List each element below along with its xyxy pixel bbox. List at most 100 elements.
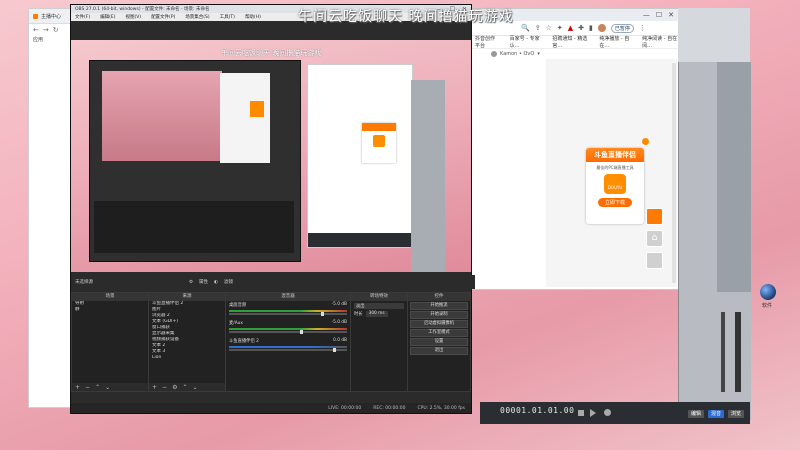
bookmark-item[interactable]: 招聘通知 - 精选官…: [552, 35, 589, 49]
duration-row: 时长 300 ms: [354, 311, 404, 317]
rec-status: REC: 00:00:00: [373, 405, 406, 411]
channel-db: -5.0 dB: [331, 320, 347, 325]
left-browser-tab[interactable]: 主播中心: [41, 13, 61, 20]
paused-badge[interactable]: 已暂停: [610, 23, 634, 33]
properties-button[interactable]: 属性: [199, 279, 208, 285]
cpu-status: CPU: 2.5%, 30.00 fps: [417, 405, 466, 411]
bookmark-item[interactable]: 纯净播放 - 自在…: [599, 35, 632, 49]
pdf-icon[interactable]: ▲: [568, 24, 573, 32]
remove-icon[interactable]: −: [162, 384, 167, 391]
virtual-camera-button[interactable]: 启动虚拟摄像机: [410, 320, 468, 328]
maximize-icon[interactable]: ☐: [656, 11, 662, 19]
menu-scene-collection[interactable]: 场景集合(S): [185, 14, 209, 20]
bookmark-item[interactable]: 纯净阅读 - 自在阅…: [642, 35, 679, 49]
menu-help[interactable]: 帮助(H): [245, 14, 261, 20]
menu-tools[interactable]: 工具(T): [220, 14, 235, 20]
play-icon[interactable]: [590, 409, 596, 417]
duration-input[interactable]: 300 ms: [365, 311, 388, 317]
profile-name[interactable]: Kamon • OvO: [500, 51, 534, 57]
no-source-label: 未选择源: [75, 280, 93, 285]
volume-slider[interactable]: [229, 312, 347, 316]
move-down-icon[interactable]: ⌄: [192, 384, 197, 391]
close-icon[interactable]: ✕: [668, 11, 674, 19]
settings-button[interactable]: 设置: [410, 338, 468, 346]
sources-header: 来源: [149, 293, 225, 301]
menu-profile[interactable]: 配置文件(P): [151, 14, 175, 20]
studio-mode-button[interactable]: 工作室模式: [410, 329, 468, 337]
bookmark-item[interactable]: 抖音创作平台: [475, 35, 500, 49]
filters-button[interactable]: 滤镜: [224, 279, 233, 285]
obs-statusbar: LIVE: 00:00:00 REC: 00:00:00 CPU: 2.5%, …: [71, 403, 471, 413]
desktop-app-icon[interactable]: [760, 284, 776, 300]
filter-icon[interactable]: ◐: [214, 280, 218, 285]
sources-footer: + − ⚙ ⌃ ⌄: [149, 383, 225, 391]
daw-browse-button[interactable]: 浏览: [728, 410, 744, 418]
home-side-button[interactable]: ⌂: [646, 230, 663, 247]
add-icon[interactable]: +: [75, 384, 80, 391]
reload-icon[interactable]: ↻: [53, 26, 59, 34]
move-down-icon[interactable]: ⌄: [105, 384, 110, 391]
menu-kebab-icon[interactable]: ⋮: [639, 24, 646, 32]
extension-icon[interactable]: ✦: [557, 24, 563, 32]
daw-meter: [735, 312, 741, 392]
menu-file[interactable]: 文件(F): [75, 14, 90, 20]
bookmark-item[interactable]: 百家号 - 专家认…: [510, 35, 543, 49]
move-up-icon[interactable]: ⌃: [95, 384, 100, 391]
channel-db: 0.0 dB: [333, 338, 347, 343]
card-subtitle: 最佳的PC端直播工具: [596, 165, 634, 170]
forward-icon[interactable]: →: [43, 26, 49, 34]
qr-side-button[interactable]: [646, 252, 663, 269]
minimize-icon[interactable]: —: [643, 11, 650, 19]
menu-edit[interactable]: 编辑(E): [100, 14, 115, 20]
nested-card: [250, 101, 264, 117]
mixer-channel: 桌面音频 -5.0 dB: [226, 301, 350, 309]
daw-track-lane: [717, 62, 751, 292]
daw-edit-button[interactable]: 编辑: [688, 410, 704, 418]
download-button[interactable]: 立即下载: [598, 198, 632, 207]
douyu-download-card: 斗鱼直播伴侣 最佳的PC端直播工具 DOUYU 立即下载: [586, 148, 644, 224]
back-icon[interactable]: ←: [33, 26, 39, 34]
daw-fader[interactable]: [721, 312, 725, 392]
scenes-dock: 场景 导射 静 + − ⌃ ⌄: [71, 292, 149, 392]
transition-select[interactable]: 淡出: [354, 303, 404, 309]
move-up-icon[interactable]: ⌃: [182, 384, 187, 391]
sources-dock: 来源 斗鱼直播伴侣 2 图片 浏览器 2 文本 (GDI+) 窗口捕获 显示器采…: [148, 292, 226, 392]
card-close-icon[interactable]: [642, 138, 649, 145]
sidebar-icon[interactable]: ▮: [589, 24, 593, 32]
nested-capture: [102, 71, 222, 161]
menu-view[interactable]: 视图(V): [125, 14, 141, 20]
page-left-column: [471, 59, 546, 287]
obs-window: OBS 27.0.1 (64-bit, windows) - 配置文件: 未命名…: [70, 4, 475, 414]
star-icon[interactable]: ☆: [546, 24, 552, 32]
zoom-icon[interactable]: 🔍: [521, 24, 530, 32]
daw-mix-button[interactable]: 混音: [708, 410, 724, 418]
start-recording-button[interactable]: 开始录制: [410, 311, 468, 319]
avatar[interactable]: [597, 24, 606, 32]
profile-avatar[interactable]: [491, 51, 497, 57]
gear-icon[interactable]: ⚙: [172, 384, 177, 391]
scene-list: 导射 静: [72, 301, 148, 313]
source-item[interactable]: Lion: [149, 355, 225, 361]
volume-slider[interactable]: [229, 330, 347, 334]
share-icon[interactable]: ⇪: [535, 24, 541, 32]
right-browser-window: — ☐ ✕ 🔍 ⇪ ☆ ✦ ▲ ✚ ▮ 已暂停 ⋮ 抖音创作平台 百家号 - 专…: [470, 8, 680, 290]
nested-daw-bar: [308, 233, 412, 247]
stop-icon[interactable]: [578, 410, 584, 416]
scrollbar[interactable]: [672, 63, 676, 283]
puzzle-icon[interactable]: ✚: [578, 24, 584, 32]
profile-row: Kamon • OvO ▾: [471, 49, 679, 59]
chevron-down-icon[interactable]: ▾: [537, 51, 540, 57]
remove-icon[interactable]: −: [85, 384, 90, 391]
obs-preview[interactable]: 午间云吃饭聊天 晚间撸猫玩游戏: [71, 22, 471, 272]
start-streaming-button[interactable]: 开始推流: [410, 302, 468, 310]
mixer-channel: 斗鱼直播伴侣 2 0.0 dB: [226, 337, 350, 345]
exit-button[interactable]: 退出: [410, 347, 468, 355]
mixer-channel: 麦/Aux -5.0 dB: [226, 319, 350, 327]
gear-icon[interactable]: ⚙: [189, 280, 193, 285]
add-icon[interactable]: +: [152, 384, 157, 391]
video-side-button[interactable]: [646, 208, 663, 225]
volume-slider[interactable]: [229, 348, 347, 352]
record-icon[interactable]: [604, 409, 611, 416]
scene-item[interactable]: 静: [72, 307, 148, 313]
nested-daw-strip: [411, 80, 445, 272]
